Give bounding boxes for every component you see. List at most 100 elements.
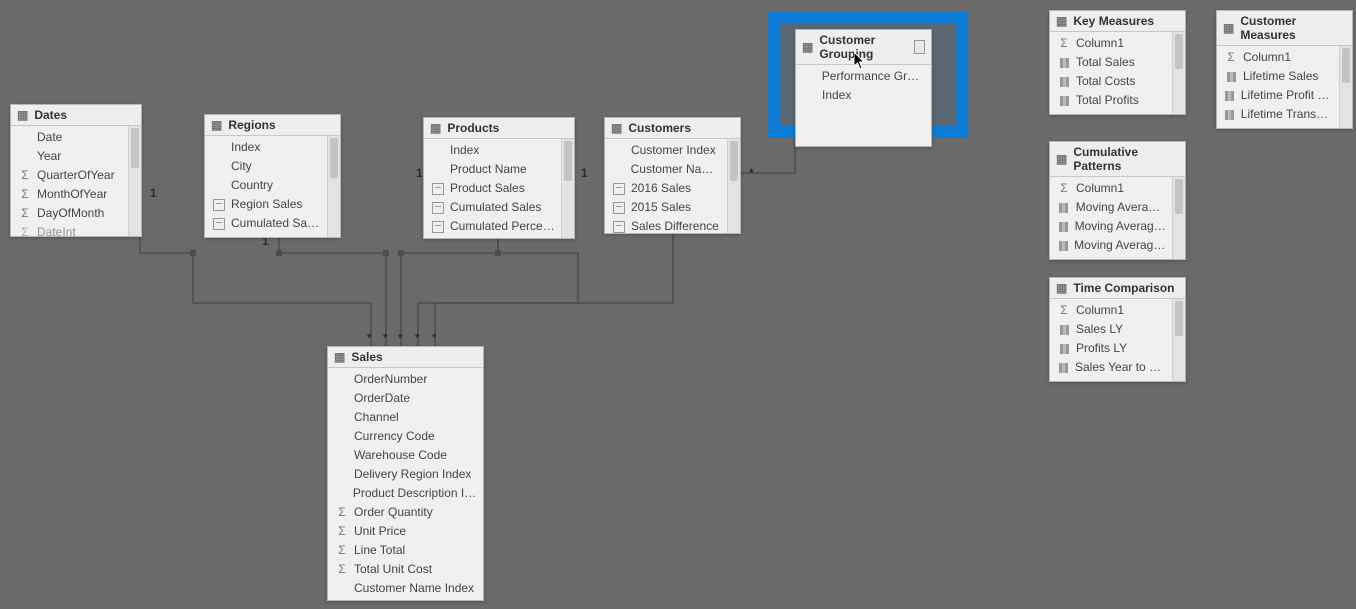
field-row[interactable]: Warehouse Code: [328, 446, 483, 465]
field-row[interactable]: Lifetime Sales: [1217, 67, 1339, 86]
table-header[interactable]: Products: [424, 118, 574, 139]
field-row[interactable]: DateInt: [11, 223, 128, 236]
table-customer-measures[interactable]: Customer Measures Column1 Lifetime Sales…: [1216, 10, 1353, 129]
table-header[interactable]: Regions: [205, 115, 340, 136]
field-row[interactable]: 2016 Sales: [605, 179, 727, 198]
table-key-measures[interactable]: Key Measures Column1 Total Sales Total C…: [1049, 10, 1186, 115]
table-header[interactable]: Time Comparison: [1050, 278, 1185, 299]
model-canvas[interactable]: 1 1 1 1 * 1 * * * * * Dates Date Year Qu…: [0, 0, 1356, 609]
field-row[interactable]: Moving Average (No: [1050, 236, 1172, 255]
field-row[interactable]: Total Unit Cost: [328, 560, 483, 579]
field-row[interactable]: Sales Year to Date: [1050, 358, 1172, 377]
field-list[interactable]: Column1 Total Sales Total Costs Total Pr…: [1050, 32, 1172, 114]
table-customers[interactable]: Customers Customer Index Customer Names …: [604, 117, 741, 234]
field-list[interactable]: Customer Index Customer Names 2016 Sales…: [605, 139, 727, 233]
field-row[interactable]: Index: [205, 138, 327, 157]
field-row[interactable]: Sales Year to Date LY: [1050, 377, 1172, 381]
field-list[interactable]: OrderNumber OrderDate Channel Currency C…: [328, 368, 483, 600]
field-row[interactable]: Channel: [328, 408, 483, 427]
table-sales[interactable]: Sales OrderNumber OrderDate Channel Curr…: [327, 346, 484, 601]
scrollbar[interactable]: [561, 139, 574, 238]
table-cumulative-patterns[interactable]: Cumulative Patterns Column1 Moving Avera…: [1049, 141, 1186, 260]
scrollbar[interactable]: [1172, 299, 1185, 381]
field-row[interactable]: Region Sales: [205, 195, 327, 214]
field-row[interactable]: Lifetime Per Store: [1217, 124, 1339, 128]
table-header[interactable]: Customer Grouping: [796, 30, 931, 65]
field-row[interactable]: Order Quantity: [328, 503, 483, 522]
field-row[interactable]: Product Description Index: [328, 484, 483, 503]
field-row[interactable]: DayOfMonth: [11, 204, 128, 223]
field-row[interactable]: Product Name: [424, 160, 561, 179]
field-list[interactable]: Column1 Sales LY Profits LY Sales Year t…: [1050, 299, 1172, 381]
table-regions[interactable]: Regions Index City Country Region Sales …: [204, 114, 341, 238]
field-row[interactable]: QuarterOfYear: [11, 166, 128, 185]
table-title: Sales: [351, 350, 382, 364]
field-row[interactable]: Profits LY: [1050, 339, 1172, 358]
field-row[interactable]: Total Profits: [1050, 91, 1172, 110]
field-row[interactable]: Customer Name Index: [328, 579, 483, 598]
field-row[interactable]: Column1: [1217, 48, 1339, 67]
field-row[interactable]: Date: [11, 128, 128, 147]
calc-icon: [213, 218, 225, 230]
field-list[interactable]: Column1 Moving Averages Moving Average (…: [1050, 177, 1172, 259]
table-header[interactable]: Dates: [11, 105, 141, 126]
field-row[interactable]: Product Sales: [424, 179, 561, 198]
field-list[interactable]: Index Product Name Product Sales Cumulat…: [424, 139, 561, 238]
field-row[interactable]: Index: [796, 86, 931, 105]
field-row[interactable]: MonthOfYear: [11, 185, 128, 204]
field-row[interactable]: Moving Averages: [1050, 198, 1172, 217]
scrollbar[interactable]: [1339, 46, 1352, 128]
field-row[interactable]: Cumulated Percentage: [205, 233, 327, 237]
scrollbar[interactable]: [327, 136, 340, 237]
options-icon[interactable]: [914, 40, 925, 54]
scrollbar[interactable]: [1172, 177, 1185, 259]
field-row[interactable]: Year: [11, 147, 128, 166]
field-row[interactable]: Column1: [1050, 301, 1172, 320]
field-list[interactable]: Performance Group Index: [796, 65, 931, 146]
table-header[interactable]: Customer Measures: [1217, 11, 1352, 46]
table-header[interactable]: Cumulative Patterns: [1050, 142, 1185, 177]
table-header[interactable]: Sales: [328, 347, 483, 368]
field-row[interactable]: Customer Names: [605, 160, 727, 179]
field-row[interactable]: Total Transactions: [1050, 110, 1172, 114]
field-row[interactable]: OrderDate: [328, 389, 483, 408]
table-header[interactable]: Customers: [605, 118, 740, 139]
field-row[interactable]: Delivery Region Index: [328, 465, 483, 484]
field-row[interactable]: Performance Group: [796, 67, 931, 86]
field-row[interactable]: Lifetime Profit Margin: [1217, 86, 1339, 105]
field-row[interactable]: Index: [424, 141, 561, 160]
scrollbar[interactable]: [128, 126, 141, 236]
table-customer-grouping[interactable]: Customer Grouping Performance Group Inde…: [795, 29, 932, 147]
scrollbar[interactable]: [727, 139, 740, 233]
field-row[interactable]: Transaction Sales: [1050, 255, 1172, 259]
field-row[interactable]: Moving Average (2): [1050, 217, 1172, 236]
field-list[interactable]: Date Year QuarterOfYear MonthOfYear DayO…: [11, 126, 128, 236]
field-row[interactable]: Lifetime Transactions: [1217, 105, 1339, 124]
table-header[interactable]: Key Measures: [1050, 11, 1185, 32]
field-row[interactable]: Cumulated Sales: [205, 214, 327, 233]
field-row[interactable]: Total Sales: [1050, 53, 1172, 72]
field-row[interactable]: Column1: [1050, 34, 1172, 53]
table-products[interactable]: Products Index Product Name Product Sale…: [423, 117, 575, 239]
field-row[interactable]: Total Costs: [1050, 72, 1172, 91]
field-row[interactable]: Cumulated Sales: [424, 198, 561, 217]
table-time-comparison[interactable]: Time Comparison Column1 Sales LY Profits…: [1049, 277, 1186, 382]
field-list[interactable]: Index City Country Region Sales Cumulate…: [205, 136, 327, 237]
field-row[interactable]: City: [205, 157, 327, 176]
field-row[interactable]: Country: [205, 176, 327, 195]
field-row[interactable]: Unit Price: [328, 522, 483, 541]
table-dates[interactable]: Dates Date Year QuarterOfYear MonthOfYea…: [10, 104, 142, 237]
field-row[interactable]: ABC Class: [424, 236, 561, 238]
cardinality-many: *: [749, 166, 754, 180]
field-row[interactable]: Currency Code: [328, 427, 483, 446]
field-row[interactable]: 2015 Sales: [605, 198, 727, 217]
field-row[interactable]: Sales Difference: [605, 217, 727, 233]
field-row[interactable]: Customer Index: [605, 141, 727, 160]
field-row[interactable]: OrderNumber: [328, 370, 483, 389]
field-row[interactable]: Sales LY: [1050, 320, 1172, 339]
field-row[interactable]: Column1: [1050, 179, 1172, 198]
field-row[interactable]: Cumulated Percentage: [424, 217, 561, 236]
field-row[interactable]: Line Total: [328, 541, 483, 560]
field-list[interactable]: Column1 Lifetime Sales Lifetime Profit M…: [1217, 46, 1339, 128]
scrollbar[interactable]: [1172, 32, 1185, 114]
